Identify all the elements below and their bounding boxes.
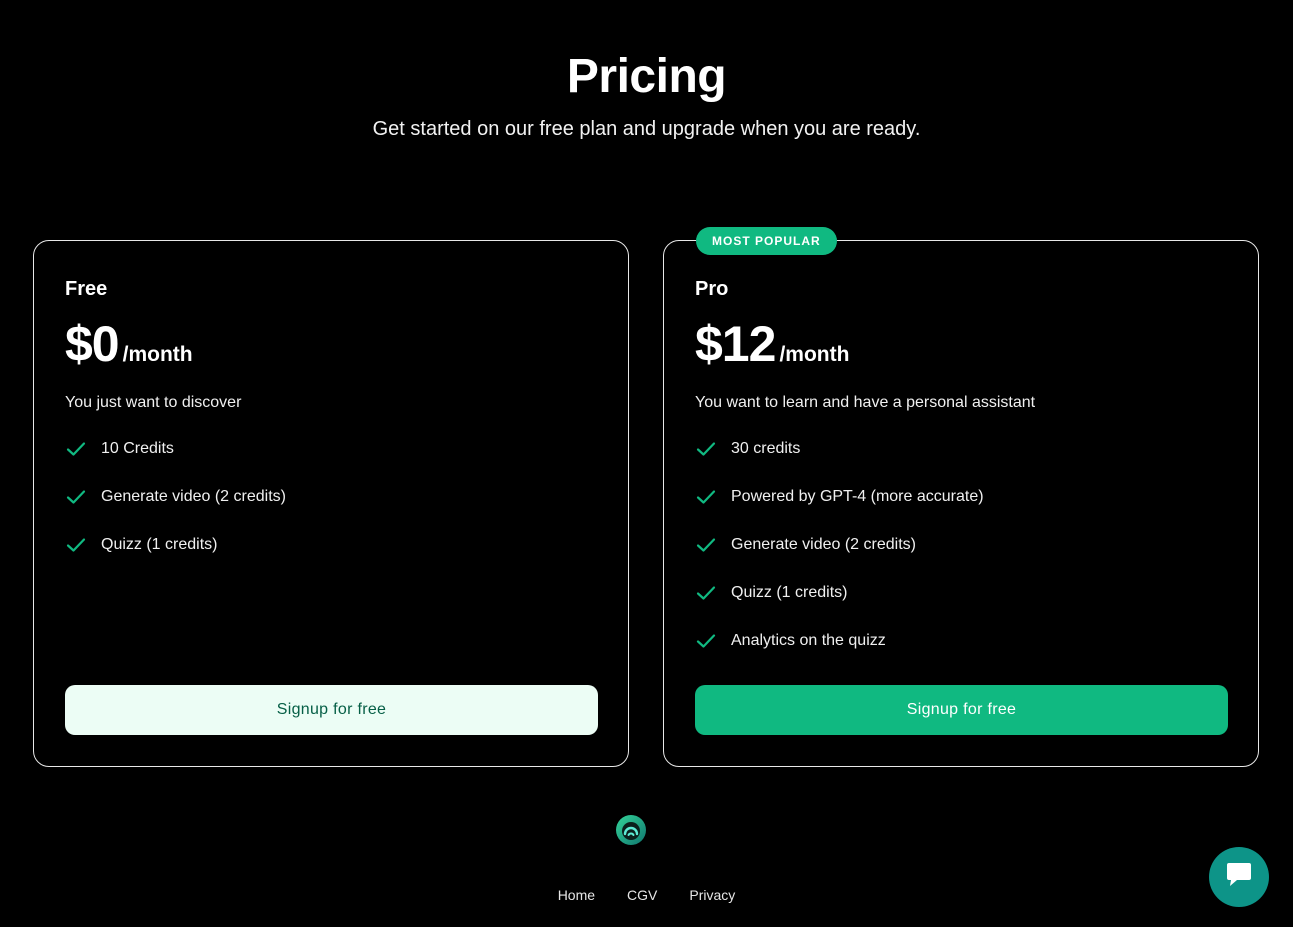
- check-icon: [65, 487, 87, 507]
- check-icon: [65, 439, 87, 459]
- feature-label: 10 Credits: [101, 440, 174, 457]
- page-title: Pricing: [566, 50, 727, 103]
- price-row: $0 /month: [65, 313, 193, 375]
- plan-price: $12: [695, 316, 776, 372]
- check-icon: [695, 583, 717, 603]
- most-popular-badge: MOST POPULAR: [696, 227, 837, 255]
- pricing-page: Pricing Get started on our free plan and…: [0, 0, 1293, 927]
- brand-logo-icon[interactable]: [616, 815, 646, 845]
- check-icon: [695, 487, 717, 507]
- feature-label: Quizz (1 credits): [101, 536, 218, 553]
- feature-label: Generate video (2 credits): [101, 488, 286, 505]
- footer-nav: Home CGV Privacy: [0, 886, 1293, 904]
- plan-name: Pro: [695, 278, 729, 300]
- check-icon: [65, 535, 87, 555]
- feature-item: Generate video (2 credits): [695, 535, 984, 555]
- feature-item: Quizz (1 credits): [695, 583, 984, 603]
- plan-card-pro: MOST POPULAR Pro $12 /month You want to …: [663, 227, 1259, 767]
- pricing-header: Pricing Get started on our free plan and…: [0, 48, 1293, 142]
- footer-link-cgv[interactable]: CGV: [627, 886, 657, 904]
- feature-item: Analytics on the quizz: [695, 631, 984, 651]
- feature-list: 30 credits Powered by GPT-4 (more accura…: [695, 439, 984, 679]
- signup-free-button[interactable]: Signup for free: [65, 685, 598, 735]
- plan-price: $0: [65, 316, 120, 372]
- feature-label: Analytics on the quizz: [731, 632, 886, 649]
- page-subtitle: Get started on our free plan and upgrade…: [372, 118, 921, 140]
- feature-item: Generate video (2 credits): [65, 487, 286, 507]
- plan-card-free: Free $0 /month You just want to discover…: [33, 240, 629, 767]
- feature-item: 30 credits: [695, 439, 984, 459]
- feature-item: Quizz (1 credits): [65, 535, 286, 555]
- plan-description: You want to learn and have a personal as…: [695, 394, 1036, 411]
- check-icon: [695, 535, 717, 555]
- feature-label: Powered by GPT-4 (more accurate): [731, 488, 984, 505]
- footer-link-privacy[interactable]: Privacy: [689, 886, 735, 904]
- chat-bubble-icon: [1224, 861, 1254, 894]
- feature-label: 30 credits: [731, 440, 801, 457]
- check-icon: [695, 631, 717, 651]
- chat-launcher-button[interactable]: [1209, 847, 1269, 907]
- feature-label: Quizz (1 credits): [731, 584, 848, 601]
- feature-label: Generate video (2 credits): [731, 536, 916, 553]
- signup-pro-button[interactable]: Signup for free: [695, 685, 1228, 735]
- feature-item: Powered by GPT-4 (more accurate): [695, 487, 984, 507]
- plan-description: You just want to discover: [65, 394, 242, 411]
- price-row: $12 /month: [695, 313, 849, 375]
- footer-link-home[interactable]: Home: [558, 886, 595, 904]
- feature-list: 10 Credits Generate video (2 credits) Qu…: [65, 439, 286, 583]
- feature-item: 10 Credits: [65, 439, 286, 459]
- plan-period: /month: [779, 343, 850, 366]
- plan-name: Free: [65, 278, 108, 300]
- plan-period: /month: [122, 343, 193, 366]
- check-icon: [695, 439, 717, 459]
